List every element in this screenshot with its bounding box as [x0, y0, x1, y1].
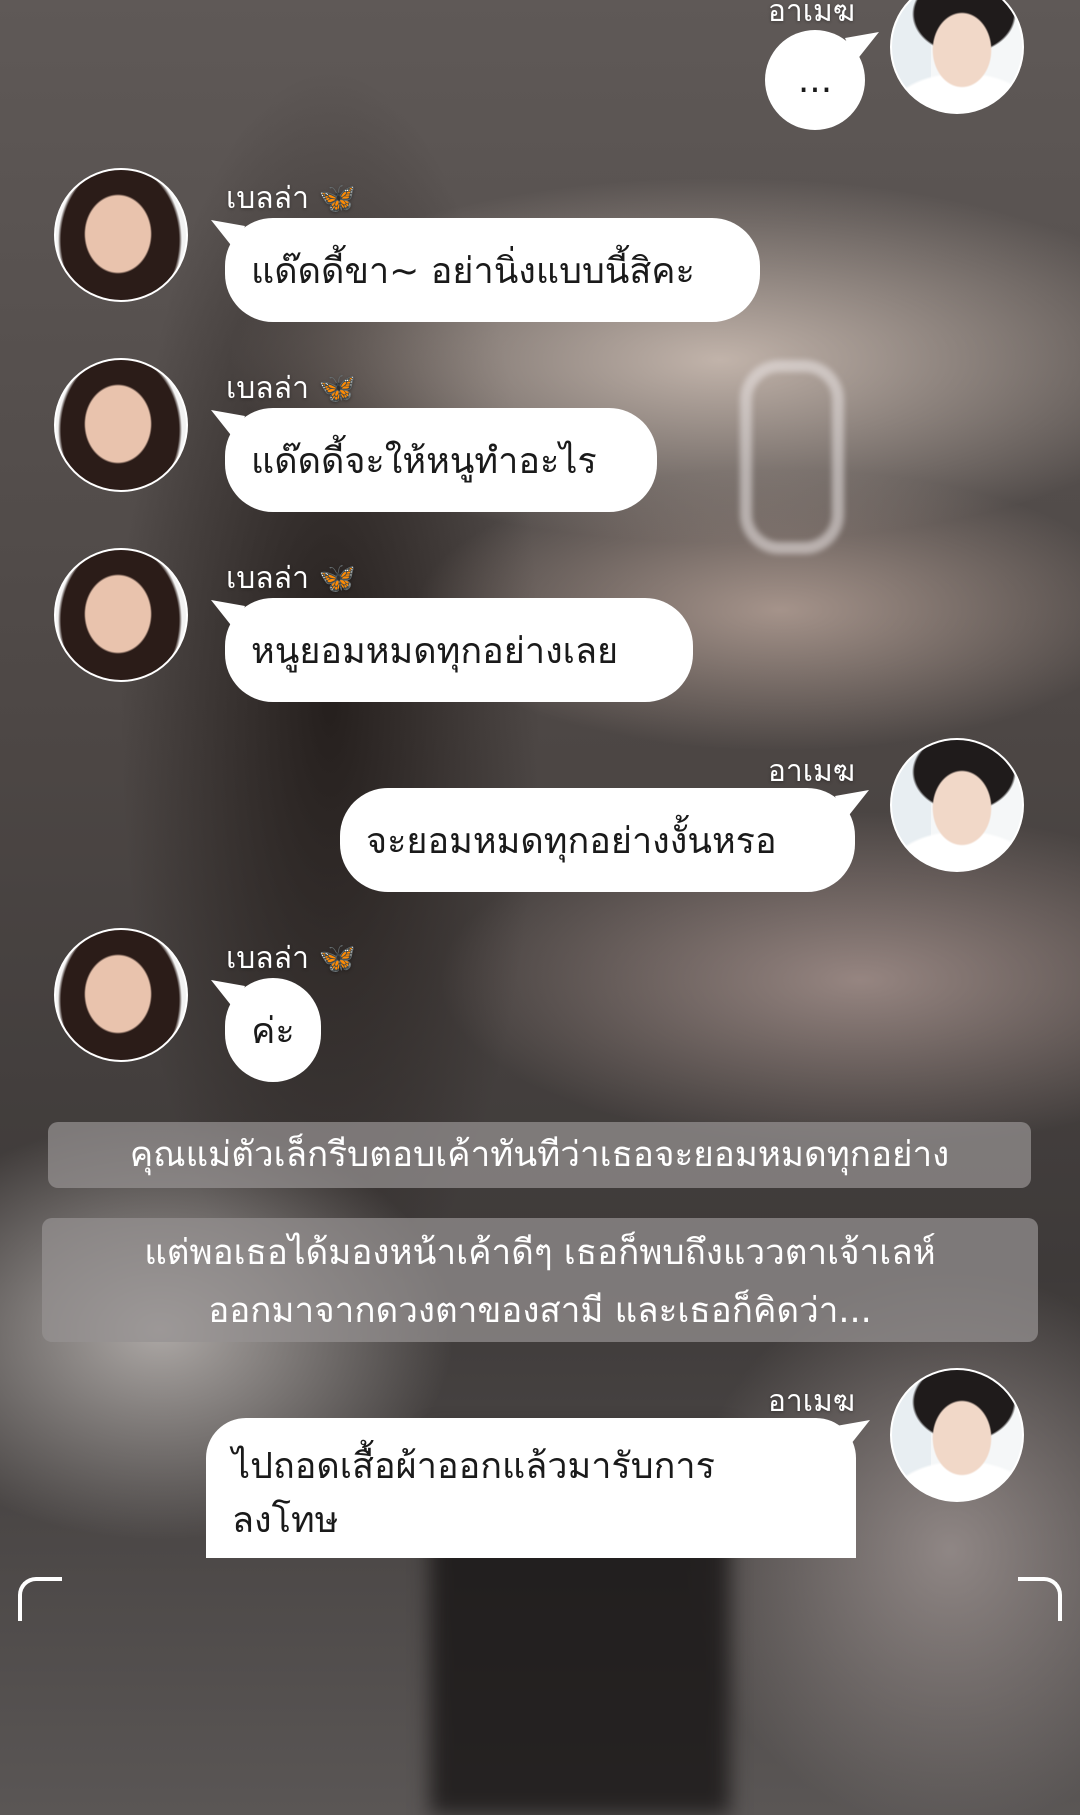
butterfly-emoji: 🦋: [318, 561, 357, 596]
narration-box: คุณแม่ตัวเล็กรีบตอบเค้าทันทีว่าเธอจะยอมห…: [48, 1122, 1031, 1188]
message-bubble: หนูยอมหมดทุกอย่างเลย: [225, 598, 693, 702]
message-text: หนูยอมหมดทุกอย่างเลย: [251, 630, 619, 672]
narration-text: แต่พอเธอได้มองหน้าเค้าดีๆ เธอก็พบถึงแววต…: [144, 1233, 936, 1331]
message-bubble: ...: [765, 30, 865, 130]
avatar-female[interactable]: [54, 548, 188, 682]
message-text: จะยอมหมดทุกอย่างงั้นหรอ: [366, 820, 777, 862]
bracket-corner-icon: [18, 1577, 62, 1621]
butterfly-emoji: 🦋: [318, 371, 357, 406]
message-text: ไปถอดเสื้อผ้าออกแล้วมารับการลงโทษ: [232, 1446, 715, 1541]
message-bubble: ไปถอดเสื้อผ้าออกแล้วมารับการลงโทษ: [206, 1418, 856, 1558]
ring-shape: [740, 360, 844, 554]
butterfly-emoji: 🦋: [318, 941, 357, 976]
narration-text: คุณแม่ตัวเล็กรีบตอบเค้าทันทีว่าเธอจะยอมห…: [129, 1135, 950, 1175]
message-text: ค่ะ: [251, 1010, 295, 1052]
message-bubble: ค่ะ: [225, 978, 321, 1082]
butterfly-emoji: 🦋: [318, 181, 357, 216]
avatar-female[interactable]: [54, 928, 188, 1062]
narration-box: แต่พอเธอได้มองหน้าเค้าดีๆ เธอก็พบถึงแววต…: [42, 1218, 1038, 1342]
avatar-female[interactable]: [54, 168, 188, 302]
avatar-male[interactable]: [890, 738, 1024, 872]
message-bubble: แด๊ดดี้จะให้หนูทำอะไร: [225, 408, 657, 512]
message-text: แด๊ดดี้ขา~ อย่านิ่งแบบนี้สิคะ: [251, 250, 695, 292]
sender-name: เบลล่า 🦋: [226, 561, 357, 596]
sender-name: เบลล่า 🦋: [226, 181, 357, 216]
sender-name: เบลล่า 🦋: [226, 941, 357, 976]
message-text: ...: [797, 59, 833, 101]
avatar-female[interactable]: [54, 358, 188, 492]
bracket-corner-icon: [1018, 1577, 1062, 1621]
avatar-male[interactable]: [890, 1368, 1024, 1502]
sender-name: เบลล่า 🦋: [226, 371, 357, 406]
message-bubble: แด๊ดดี้ขา~ อย่านิ่งแบบนี้สิคะ: [225, 218, 760, 322]
message-bubble: จะยอมหมดทุกอย่างงั้นหรอ: [340, 788, 855, 892]
message-text: แด๊ดดี้จะให้หนูทำอะไร: [251, 440, 597, 482]
